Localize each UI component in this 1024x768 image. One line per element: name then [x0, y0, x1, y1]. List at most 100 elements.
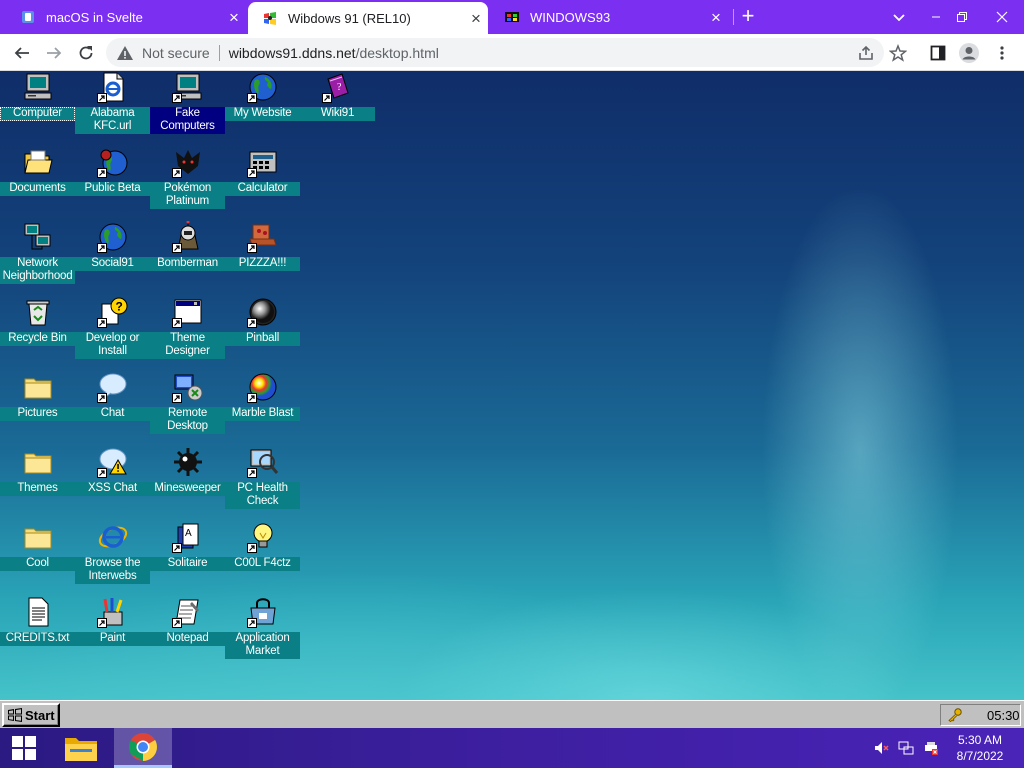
desktop-icon-chat[interactable]: Chat: [75, 371, 150, 446]
printer-error-icon[interactable]: [920, 728, 942, 768]
bookmark-star-icon[interactable]: [887, 42, 909, 64]
reload-icon[interactable]: [72, 39, 100, 67]
desktop-icon-develop-or-install[interactable]: ? Develop or Install: [75, 296, 150, 371]
new-tab-button[interactable]: +: [736, 4, 760, 28]
tab-macos-in-svelte[interactable]: macOS in Svelte ×: [6, 0, 246, 34]
chrome-icon[interactable]: [114, 728, 172, 768]
desktop-icon-browse-the-interwebs[interactable]: Browse the Interwebs: [75, 521, 150, 596]
desktop-icon-recycle-bin[interactable]: Recycle Bin: [0, 296, 75, 371]
host-clock[interactable]: 5:30 AM 8/7/2022: [948, 732, 1012, 764]
side-panel-icon[interactable]: [927, 42, 949, 64]
shortcut-arrow-icon: [172, 168, 182, 178]
desktop-icon-label: Fake Computers: [150, 107, 225, 134]
shortcut-arrow-icon: [172, 543, 182, 553]
system-tray: 05:30: [940, 704, 1021, 726]
desktop-icon-c00l-f4ctz[interactable]: C00L F4ctz: [225, 521, 300, 596]
paint-icon: [97, 596, 129, 628]
shortcut-arrow-icon: [247, 93, 257, 103]
desktop-icon-label: Network Neighborhood: [0, 257, 75, 284]
back-arrow-icon[interactable]: [8, 39, 36, 67]
tab-title: macOS in Svelte: [46, 9, 143, 25]
tray-clock[interactable]: 05:30: [987, 708, 1020, 723]
desktop-icon-label: Documents: [0, 182, 75, 196]
desktop-icon-xss-chat[interactable]: XSS Chat: [75, 446, 150, 521]
desktop-icon-cool[interactable]: Cool: [0, 521, 75, 596]
desktop-icon-calculator[interactable]: Calculator: [225, 146, 300, 221]
close-tab-icon[interactable]: ×: [464, 10, 488, 27]
tab-search-chevron-icon[interactable]: [888, 6, 910, 28]
folder-icon: [22, 446, 54, 478]
kebab-menu-icon[interactable]: [991, 42, 1013, 64]
shortcut-arrow-icon: [247, 618, 257, 628]
desktop-icon-notepad[interactable]: Notepad: [150, 596, 225, 671]
network-icon[interactable]: [895, 728, 917, 768]
desktop-icon-fake-computers[interactable]: Fake Computers: [150, 71, 225, 146]
ie-page-icon: [97, 71, 129, 103]
mine-icon: [172, 446, 204, 478]
desktop-icon-label: XSS Chat: [75, 482, 150, 496]
restore-icon[interactable]: [940, 0, 984, 34]
forward-arrow-icon[interactable]: [40, 39, 68, 67]
desktop-icon-my-website[interactable]: My Website: [225, 71, 300, 146]
profile-avatar-icon[interactable]: [958, 42, 980, 64]
volume-muted-icon[interactable]: [870, 728, 892, 768]
file-explorer-icon[interactable]: [60, 728, 102, 768]
desktop-icon-application-market[interactable]: Application Market: [225, 596, 300, 671]
tab-windows93[interactable]: WINDOWS93 ×: [490, 0, 728, 34]
desktop-icon-wiki91[interactable]: ? Wiki91: [300, 71, 375, 146]
pizza-laptop-icon: [247, 221, 279, 253]
share-icon[interactable]: [855, 42, 877, 64]
wibdows-desktop[interactable]: Computer Alabama KFC.url Fake Computers My …: [0, 71, 1024, 700]
shortcut-arrow-icon: [172, 243, 182, 253]
desktop-icon-pictures[interactable]: Pictures: [0, 371, 75, 446]
desktop-icon-credits-txt[interactable]: CREDITS.txt: [0, 596, 75, 671]
desktop-icon-paint[interactable]: Paint: [75, 596, 150, 671]
desktop-icon-pizzza[interactable]: PIZZZA!!!: [225, 221, 300, 296]
open-folder-icon: [22, 146, 54, 178]
shortcut-arrow-icon: [172, 393, 182, 403]
desktop-icon-label: Themes: [0, 482, 75, 496]
desktop-icon-social91[interactable]: Social91: [75, 221, 150, 296]
shortcut-arrow-icon: [247, 543, 257, 553]
desktop-icon-pc-health-check[interactable]: PC Health Check: [225, 446, 300, 521]
desktop-icon-bomberman[interactable]: Bomberman: [150, 221, 225, 296]
desktop-icon-minesweeper[interactable]: Minesweeper: [150, 446, 225, 521]
desktop-icon-label: Bomberman: [150, 257, 225, 271]
close-tab-icon[interactable]: ×: [704, 9, 728, 26]
desktop-icon-documents[interactable]: Documents: [0, 146, 75, 221]
start-button[interactable]: Start: [2, 703, 60, 727]
desktop-icon-computer[interactable]: Computer: [0, 71, 75, 146]
desktop-icon-label: My Website: [225, 107, 300, 121]
browser-tab-strip: macOS in Svelte × Wibdows 91 (REL10) × W…: [0, 0, 1024, 34]
desktop-icon-pinball[interactable]: Pinball: [225, 296, 300, 371]
address-bar[interactable]: Not secure wibdows91.ddns.net/desktop.ht…: [106, 38, 884, 67]
close-window-icon[interactable]: [980, 0, 1024, 34]
tab-title: Wibdows 91 (REL10): [288, 10, 411, 26]
key-icon[interactable]: [947, 708, 963, 723]
windows-flag-icon: [7, 708, 23, 722]
windows-start-icon[interactable]: [6, 728, 42, 768]
tab-wibdows-91[interactable]: Wibdows 91 (REL10) ×: [248, 2, 488, 34]
not-secure-label[interactable]: Not secure: [142, 45, 210, 61]
shortcut-arrow-icon: [322, 93, 332, 103]
computer-icon: [172, 71, 204, 103]
close-tab-icon[interactable]: ×: [222, 9, 246, 26]
browser-toolbar: Not secure wibdows91.ddns.net/desktop.ht…: [0, 34, 1024, 71]
desktop-icon-solitaire[interactable]: A Solitaire: [150, 521, 225, 596]
warning-triangle-icon[interactable]: [116, 44, 134, 62]
desktop-icon-public-beta[interactable]: Public Beta: [75, 146, 150, 221]
desktop-icon-remote-desktop[interactable]: Remote Desktop: [150, 371, 225, 446]
desktop-icon-pok-mon-platinum[interactable]: Pokémon Platinum: [150, 146, 225, 221]
windows93-icon: [504, 9, 520, 25]
desktop-icon-themes[interactable]: Themes: [0, 446, 75, 521]
desktop-icon-alabama-kfc-url[interactable]: Alabama KFC.url: [75, 71, 150, 146]
desktop-icon-network-neighborhood[interactable]: Network Neighborhood: [0, 221, 75, 296]
desktop-icon-marble-blast[interactable]: Marble Blast: [225, 371, 300, 446]
desktop-icon-label: Notepad: [150, 632, 225, 646]
globe-icon: [97, 221, 129, 253]
svg-text:?: ?: [116, 300, 123, 314]
desktop-icon-label: Marble Blast: [225, 407, 300, 421]
url-text[interactable]: wibdows91.ddns.net/desktop.html: [229, 45, 439, 61]
desktop-icon-label: Wiki91: [300, 107, 375, 121]
desktop-icon-theme-designer[interactable]: Theme Designer: [150, 296, 225, 371]
